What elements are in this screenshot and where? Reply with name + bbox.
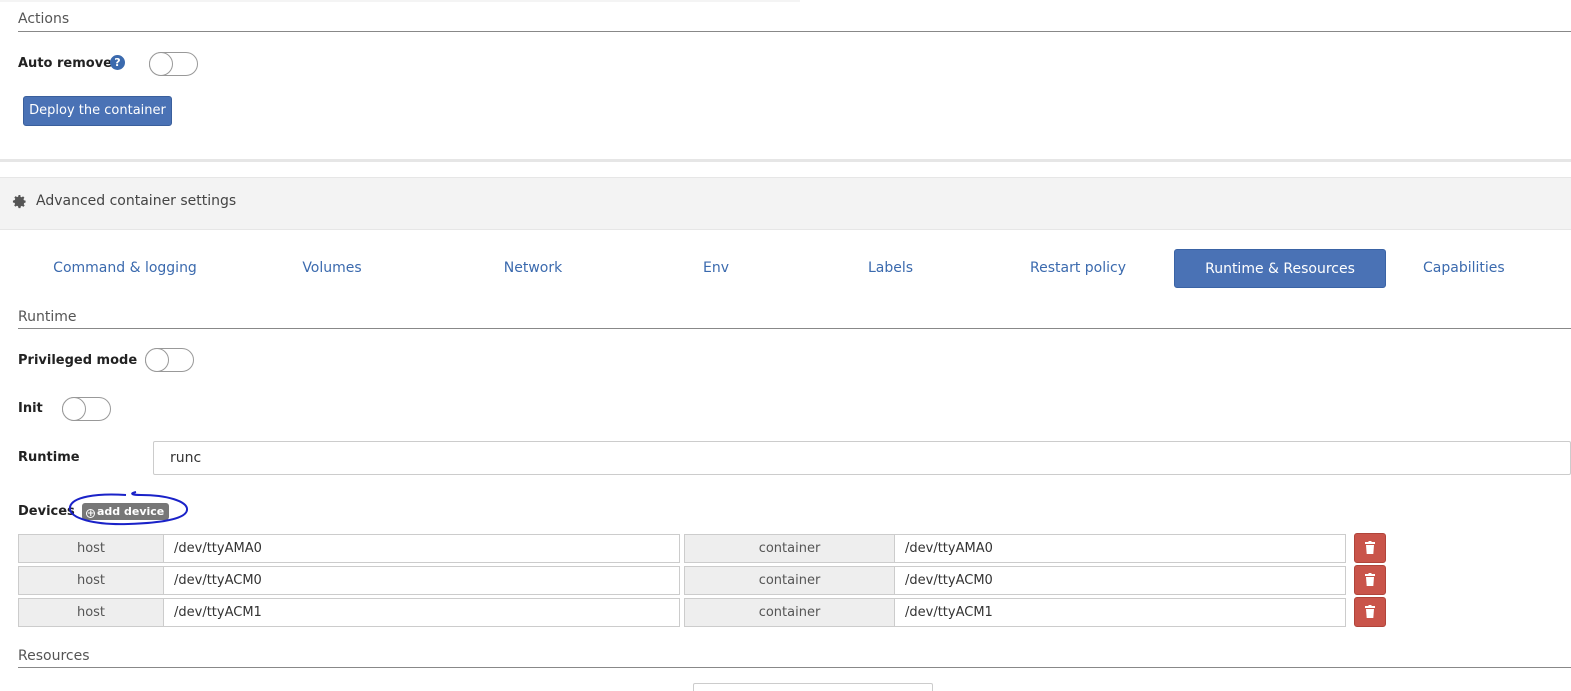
- host-device-input[interactable]: /dev/ttyACM0: [163, 566, 680, 595]
- host-addon: host: [18, 598, 164, 627]
- help-icon[interactable]: ?: [110, 55, 125, 70]
- auto-remove-toggle[interactable]: [149, 52, 198, 76]
- tab-labels[interactable]: Labels: [800, 249, 981, 288]
- container-device-input[interactable]: /dev/ttyACM1: [894, 598, 1346, 627]
- gear-icon: [12, 194, 26, 209]
- tab-capabilities[interactable]: Capabilities: [1390, 249, 1571, 288]
- toggle-knob: [62, 397, 86, 421]
- tab-command-logging[interactable]: Command & logging: [20, 249, 230, 288]
- annotation-circle: [69, 491, 188, 526]
- trash-icon: [1365, 605, 1375, 618]
- actions-divider: [18, 31, 1571, 32]
- remove-device-button[interactable]: [1354, 533, 1386, 563]
- resource-input-partial[interactable]: [693, 683, 933, 691]
- runtime-section-title: Runtime: [18, 309, 77, 325]
- resources-divider: [18, 667, 1571, 668]
- toggle-knob: [145, 348, 169, 372]
- init-toggle[interactable]: [62, 397, 111, 421]
- trash-icon: [1365, 541, 1375, 554]
- deploy-container-button[interactable]: Deploy the container: [23, 96, 172, 126]
- runtime-select[interactable]: runc: [153, 441, 1571, 475]
- runtime-label: Runtime: [18, 450, 80, 465]
- actions-section-title: Actions: [18, 11, 70, 27]
- tab-runtime-resources[interactable]: Runtime & Resources: [1174, 249, 1386, 288]
- tab-env[interactable]: Env: [634, 249, 798, 288]
- privileged-mode-label: Privileged mode: [18, 353, 138, 368]
- privileged-mode-toggle[interactable]: [145, 348, 194, 372]
- trash-icon: [1365, 573, 1375, 586]
- container-device-input[interactable]: /dev/ttyACM0: [894, 566, 1346, 595]
- container-device-input[interactable]: /dev/ttyAMA0: [894, 534, 1346, 563]
- remove-device-button[interactable]: [1354, 597, 1386, 627]
- container-addon: container: [684, 598, 895, 627]
- runtime-divider: [18, 328, 1571, 329]
- top-edge: [0, 0, 800, 2]
- auto-remove-label: Auto remove: [18, 56, 112, 71]
- tab-restart-policy[interactable]: Restart policy: [983, 249, 1173, 288]
- toggle-knob: [149, 52, 173, 76]
- container-addon: container: [684, 566, 895, 595]
- resources-section-title: Resources: [18, 648, 90, 664]
- init-label: Init: [18, 401, 43, 416]
- remove-device-button[interactable]: [1354, 565, 1386, 595]
- host-addon: host: [18, 566, 164, 595]
- container-addon: container: [684, 534, 895, 563]
- advanced-settings-title: Advanced container settings: [36, 193, 237, 209]
- tab-volumes[interactable]: Volumes: [232, 249, 432, 288]
- host-device-input[interactable]: /dev/ttyACM1: [163, 598, 680, 627]
- panel-separator: [0, 159, 1571, 162]
- tab-network[interactable]: Network: [434, 249, 632, 288]
- host-addon: host: [18, 534, 164, 563]
- host-device-input[interactable]: /dev/ttyAMA0: [163, 534, 680, 563]
